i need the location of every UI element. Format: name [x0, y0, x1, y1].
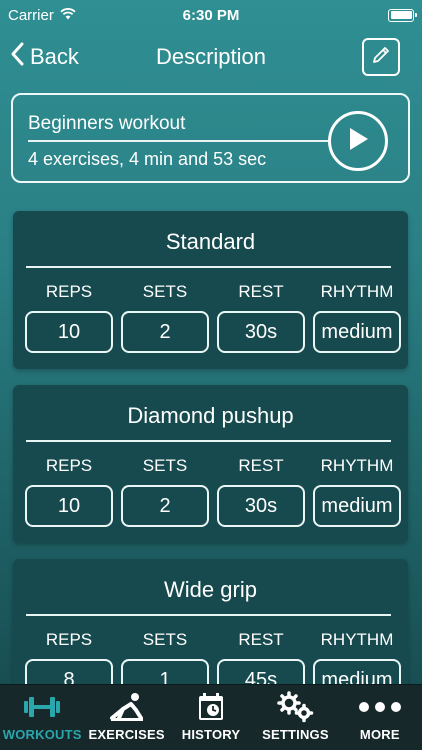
sets-value[interactable]: 2: [121, 485, 209, 527]
pencil-icon: [371, 45, 391, 70]
play-icon: [346, 126, 370, 157]
more-dots-icon: [358, 691, 402, 723]
exercise-title: Wide grip: [164, 577, 257, 602]
tab-more[interactable]: MORE: [338, 685, 422, 750]
sets-header: SETS: [142, 630, 188, 649]
tab-label: SETTINGS: [262, 727, 329, 742]
rhythm-header: RHYTHM: [320, 282, 394, 301]
tab-label: HISTORY: [181, 727, 241, 742]
gears-icon: [275, 691, 315, 723]
column-headers: REPS SETS REST RHYTHM: [21, 630, 406, 650]
exercise-title: Standard: [165, 229, 256, 254]
column-headers: REPS SETS REST RHYTHM: [21, 456, 406, 476]
sets-header: SETS: [142, 282, 188, 301]
workout-meta: 4 exercises, 4 min and 53 sec: [28, 149, 267, 169]
tab-label: EXERCISES: [88, 727, 165, 742]
divider: [28, 140, 328, 142]
carrier-label: Carrier: [8, 6, 54, 24]
reps-header: REPS: [45, 282, 93, 301]
play-button[interactable]: [328, 111, 388, 171]
reps-header: REPS: [45, 630, 93, 649]
dumbbell-icon: [22, 691, 62, 723]
exercise-figure-icon: [109, 691, 145, 723]
rhythm-header: RHYTHM: [320, 630, 394, 649]
exercise-card: Diamond pushup REPS SETS REST RHYTHM 10 …: [13, 385, 408, 543]
wifi-icon: [60, 7, 76, 24]
nav-bar: Back Description: [0, 30, 422, 84]
battery-fill: [390, 11, 412, 19]
workout-name: Beginners workout: [28, 113, 186, 134]
divider: [26, 614, 391, 616]
rhythm-value[interactable]: medium: [313, 485, 401, 527]
battery-icon: [388, 8, 417, 22]
exercise-card: Standard REPS SETS REST RHYTHM 10 2 30s …: [13, 211, 408, 369]
tab-workouts[interactable]: WORKOUTS: [0, 685, 84, 750]
edit-button[interactable]: [362, 38, 400, 76]
reps-value[interactable]: 10: [25, 311, 113, 353]
status-bar: Carrier 6:30 PM: [0, 0, 422, 30]
sets-header: SETS: [142, 456, 188, 475]
exercise-title: Diamond pushup: [127, 403, 294, 428]
tab-label: MORE: [359, 727, 400, 742]
divider: [26, 440, 391, 442]
rest-value[interactable]: 30s: [217, 485, 305, 527]
sets-value[interactable]: 2: [121, 311, 209, 353]
divider: [26, 266, 391, 268]
workout-summary-card: Beginners workout 4 exercises, 4 min and…: [11, 93, 410, 183]
column-headers: REPS SETS REST RHYTHM: [21, 282, 406, 302]
rest-header: REST: [238, 282, 284, 301]
reps-header: REPS: [45, 456, 93, 475]
rest-header: REST: [238, 456, 284, 475]
tab-bar: WORKOUTS EXERCISES HISTORY SETTINGS MORE: [0, 684, 422, 750]
rhythm-header: RHYTHM: [320, 456, 394, 475]
history-calendar-icon: [197, 691, 225, 723]
status-left: Carrier: [8, 7, 76, 24]
reps-value[interactable]: 10: [25, 485, 113, 527]
exercise-values: 10 2 30s medium: [21, 485, 406, 527]
tab-history[interactable]: HISTORY: [169, 685, 253, 750]
page-title: Description: [155, 44, 267, 69]
rest-header: REST: [238, 630, 284, 649]
rest-value[interactable]: 30s: [217, 311, 305, 353]
tab-settings[interactable]: SETTINGS: [253, 685, 337, 750]
exercise-values: 10 2 30s medium: [21, 311, 406, 353]
rhythm-value[interactable]: medium: [313, 311, 401, 353]
tab-exercises[interactable]: EXERCISES: [84, 685, 168, 750]
tab-label: WORKOUTS: [2, 727, 82, 742]
